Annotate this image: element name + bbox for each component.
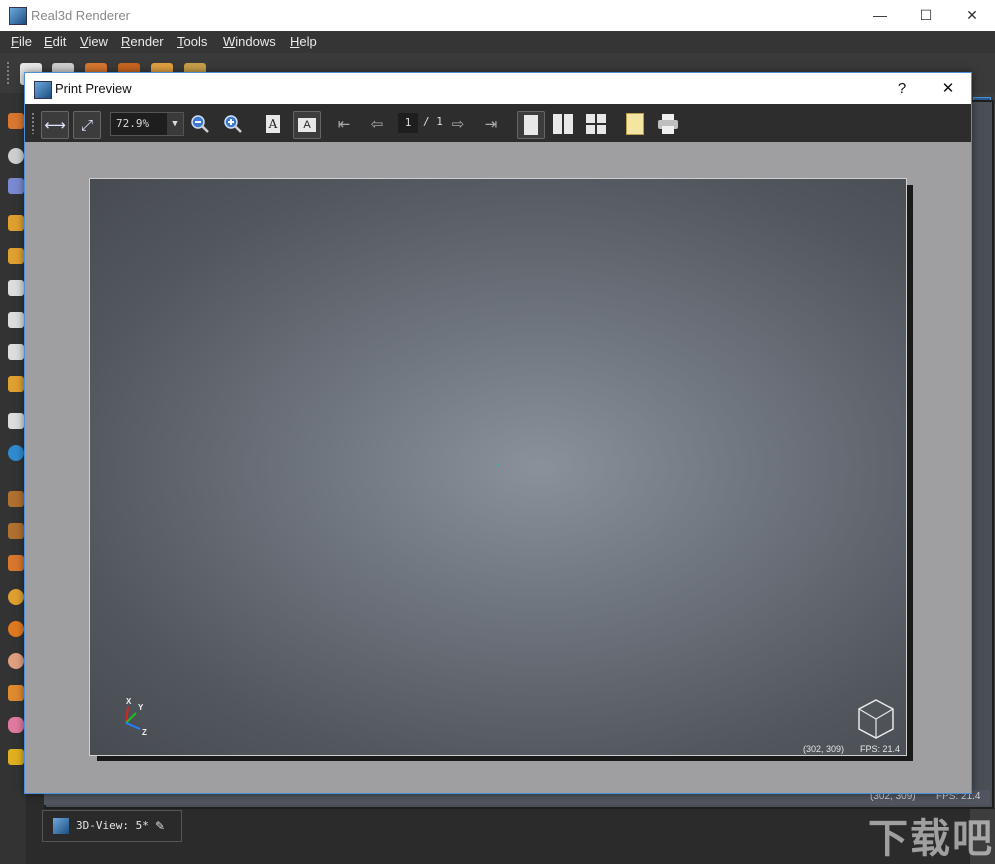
- grid-cube-icon-4[interactable]: [8, 312, 24, 328]
- menu-view[interactable]: View: [80, 34, 108, 49]
- view-tab[interactable]: 3D-View: 5* ✎: [42, 810, 182, 842]
- page-total: / 1: [423, 115, 443, 128]
- zoom-value: 72.9%: [116, 117, 150, 130]
- grid-cube-icon-3[interactable]: [8, 280, 24, 296]
- app-title: Real3d Renderer: [31, 8, 131, 23]
- axis-gizmo-icon: [125, 706, 141, 730]
- single-page-icon[interactable]: [517, 111, 545, 139]
- texture-icon[interactable]: [8, 555, 24, 571]
- axis-y-label: Y: [138, 703, 144, 712]
- sphere-icon[interactable]: [8, 148, 24, 164]
- app-icon: [9, 7, 27, 25]
- center-dot: [497, 464, 499, 466]
- minimize-button[interactable]: —: [857, 0, 903, 31]
- dialog-title: Print Preview: [55, 81, 132, 96]
- fit-width-icon[interactable]: ⟷: [41, 111, 69, 139]
- menu-edit[interactable]: Edit: [44, 34, 66, 49]
- facing-pages-icon[interactable]: [550, 111, 576, 137]
- grid-cube-icon-2[interactable]: [8, 248, 24, 264]
- view-tab-label: 3D-View: 5*: [76, 819, 149, 832]
- printer-icon[interactable]: [655, 111, 681, 137]
- print-preview-dialog: Print Preview ? ✕ ⟷ ⤢ 72.9% ▼ A A ⇤ ⇦ 1 …: [24, 72, 972, 794]
- grid-cube-icon-5[interactable]: [8, 344, 24, 360]
- burst-icon[interactable]: [8, 621, 24, 637]
- view-cube-icon[interactable]: [854, 697, 898, 741]
- dialog-app-icon: [34, 81, 52, 99]
- cone-icon[interactable]: [8, 178, 24, 194]
- menu-render[interactable]: Render: [121, 34, 164, 49]
- menu-help[interactable]: Help: [290, 34, 317, 49]
- dots-icon[interactable]: [8, 589, 24, 605]
- next-page-icon[interactable]: ⇨: [445, 111, 471, 137]
- preview-page: X Y Z (302, 309) FPS: 21.4: [89, 178, 907, 756]
- toolbar-grip[interactable]: [6, 61, 10, 85]
- cursor-coords: (302, 309): [803, 744, 845, 754]
- watermark-logo: 下载吧: [868, 817, 994, 861]
- page-setup-icon[interactable]: [622, 111, 648, 137]
- maximize-button[interactable]: ☐: [903, 0, 949, 31]
- menu-bar: File Edit View Render Tools Windows Help: [0, 31, 995, 53]
- current-page-input[interactable]: 1: [398, 113, 418, 133]
- grid-cube-icon-6[interactable]: [8, 376, 24, 392]
- grid-cube-icon-1[interactable]: [8, 215, 24, 231]
- zoom-out-icon[interactable]: [187, 111, 213, 137]
- pin-icon[interactable]: ✎: [155, 819, 165, 833]
- dialog-toolbar-grip[interactable]: [31, 112, 35, 134]
- nodes-icon[interactable]: [8, 685, 24, 701]
- left-tool-strip: [0, 93, 26, 864]
- globe-icon[interactable]: [8, 445, 24, 461]
- fps-readout: FPS: 21.4: [860, 744, 901, 754]
- landscape-orientation-icon[interactable]: A: [293, 111, 321, 139]
- dialog-titlebar: Print Preview ? ✕: [25, 73, 971, 104]
- overview-pages-icon[interactable]: [583, 111, 609, 137]
- fit-page-icon[interactable]: ⤢: [73, 111, 101, 139]
- menu-windows[interactable]: Windows: [223, 34, 276, 49]
- portrait-orientation-icon[interactable]: A: [260, 111, 286, 137]
- cube-icon[interactable]: [8, 113, 24, 129]
- zoom-in-icon[interactable]: [220, 111, 246, 137]
- chevron-down-icon[interactable]: ▼: [167, 113, 183, 135]
- wire-box-icon[interactable]: [8, 523, 24, 539]
- dialog-help-button[interactable]: ?: [881, 73, 923, 104]
- last-page-icon[interactable]: ⇥: [478, 111, 504, 137]
- wire-cube-icon[interactable]: [8, 491, 24, 507]
- view-tab-icon: [53, 818, 69, 834]
- menu-tools[interactable]: Tools: [177, 34, 207, 49]
- grid-cube-icon-7[interactable]: [8, 413, 24, 429]
- previous-page-icon[interactable]: ⇦: [364, 111, 390, 137]
- main-titlebar: Real3d Renderer — ☐ ✕: [0, 0, 995, 32]
- menu-file[interactable]: File: [11, 34, 32, 49]
- axis-x-label: X: [126, 697, 132, 706]
- print-preview-toolbar: ⟷ ⤢ 72.9% ▼ A A ⇤ ⇦ 1 / 1 ⇨ ⇥: [25, 104, 971, 142]
- dialog-close-button[interactable]: ✕: [927, 73, 969, 104]
- shape-icon[interactable]: [8, 717, 24, 733]
- close-button[interactable]: ✕: [949, 0, 995, 31]
- axis-z-label: Z: [142, 728, 147, 737]
- zoom-combo[interactable]: 72.9% ▼: [110, 112, 184, 136]
- gold-cube-icon[interactable]: [8, 749, 24, 765]
- first-page-icon[interactable]: ⇤: [331, 111, 357, 137]
- mesh-sphere-icon[interactable]: [8, 653, 24, 669]
